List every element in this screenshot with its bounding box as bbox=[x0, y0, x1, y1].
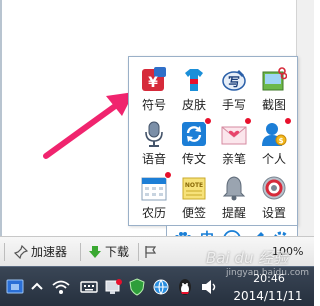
tool-settings-label: 设置 bbox=[261, 206, 286, 220]
new-badge-dot bbox=[284, 117, 292, 125]
new-badge-dot bbox=[164, 171, 172, 179]
tool-lunar-calendar[interactable]: 农历 bbox=[134, 171, 174, 225]
toolbar-separator bbox=[4, 243, 5, 261]
tool-reminder[interactable]: 提醒 bbox=[214, 171, 254, 225]
tool-handwriting-label: 手写 bbox=[221, 98, 246, 112]
microphone-icon bbox=[141, 121, 167, 147]
tool-transfer-label: 传文 bbox=[181, 152, 206, 166]
network-monitor-icon[interactable] bbox=[104, 278, 122, 296]
tool-voice[interactable]: 语音 bbox=[134, 117, 174, 171]
envelope-heart-icon bbox=[221, 121, 247, 147]
new-badge-dot bbox=[204, 117, 212, 125]
svg-text:写: 写 bbox=[228, 75, 240, 89]
screenshot-scissors-icon bbox=[261, 67, 287, 93]
tool-symbol[interactable]: ¥ 符号 bbox=[134, 63, 174, 117]
ime-toolbox-panel: ¥ 符号 皮肤 写 手写 截图 语音 传文 亲笔 $ 个人 农历 NOTE 便签… bbox=[128, 56, 298, 226]
wifi-icon[interactable] bbox=[52, 278, 70, 296]
tool-voice-label: 语音 bbox=[141, 152, 166, 166]
chevron-up-icon[interactable] bbox=[28, 278, 46, 296]
tool-handwriting[interactable]: 写 手写 bbox=[214, 63, 254, 117]
tool-screenshot[interactable]: 截图 bbox=[254, 63, 294, 117]
handwriting-icon: 写 bbox=[221, 67, 247, 93]
security-shield-icon[interactable] bbox=[128, 278, 146, 296]
toolbar-separator bbox=[80, 243, 81, 261]
calendar-icon bbox=[141, 175, 167, 201]
sync-transfer-icon bbox=[181, 121, 207, 147]
browser-globe-icon[interactable] bbox=[152, 278, 170, 296]
keyboard-icon[interactable] bbox=[80, 278, 98, 296]
note-icon: NOTE bbox=[181, 175, 207, 201]
svg-text:NOTE: NOTE bbox=[185, 182, 203, 189]
bell-icon bbox=[221, 175, 247, 201]
person-coin-icon: $ bbox=[261, 121, 287, 147]
tool-reminder-label: 提醒 bbox=[221, 206, 246, 220]
show-desktop-icon[interactable] bbox=[6, 278, 24, 296]
accelerator-label: 加速器 bbox=[31, 245, 68, 259]
new-badge-dot bbox=[244, 117, 252, 125]
accelerator-button[interactable]: 加速器 bbox=[13, 243, 68, 261]
tool-sticky-note[interactable]: NOTE 便签 bbox=[174, 171, 214, 225]
tool-transfer[interactable]: 传文 bbox=[174, 117, 214, 171]
rmb-symbol-icon: ¥ bbox=[141, 67, 167, 93]
svg-text:$: $ bbox=[279, 137, 284, 145]
qq-penguin-icon[interactable] bbox=[176, 278, 194, 296]
tool-sticky-note-label: 便签 bbox=[181, 206, 206, 220]
tool-handwritten-note[interactable]: 亲笔 bbox=[214, 117, 254, 171]
tool-handwritten-note-label: 亲笔 bbox=[221, 152, 246, 166]
tool-skin[interactable]: 皮肤 bbox=[174, 63, 214, 117]
speaker-volume-icon[interactable] bbox=[200, 278, 218, 296]
clock-date[interactable]: 2014/11/11 bbox=[228, 289, 308, 303]
tshirt-skin-icon bbox=[181, 67, 207, 93]
tool-symbol-label: 符号 bbox=[141, 98, 166, 112]
download-label: 下载 bbox=[105, 245, 130, 259]
flag-icon[interactable] bbox=[144, 243, 161, 261]
tool-personal[interactable]: $ 个人 bbox=[254, 117, 294, 171]
download-arrow-icon bbox=[89, 246, 101, 258]
download-button[interactable]: 下载 bbox=[88, 243, 129, 261]
gear-settings-icon bbox=[261, 175, 287, 201]
watermark-url: jingyan.baidu.com bbox=[226, 268, 310, 278]
svg-text:¥: ¥ bbox=[148, 75, 158, 91]
tool-screenshot-label: 截图 bbox=[261, 98, 286, 112]
pushpin-icon bbox=[13, 244, 29, 260]
tool-lunar-calendar-label: 农历 bbox=[141, 206, 166, 220]
tool-settings[interactable]: 设置 bbox=[254, 171, 294, 225]
tool-personal-label: 个人 bbox=[261, 152, 286, 166]
tool-skin-label: 皮肤 bbox=[181, 98, 206, 112]
toolbar-separator bbox=[138, 243, 139, 261]
